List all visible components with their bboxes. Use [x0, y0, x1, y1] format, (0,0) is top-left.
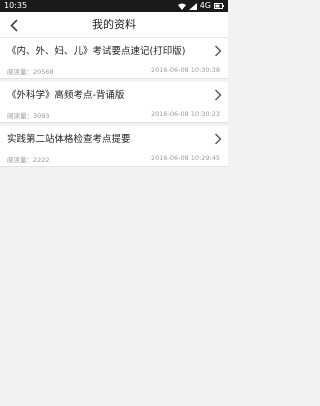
item-time: 2016-06-08 10:29:45 [150, 154, 220, 162]
chevron-right-icon [215, 133, 222, 145]
network-type: 4G [199, 1, 211, 10]
list-item[interactable]: 《外科学》高频考点-背诵版 阅读量：3093 2016-06-08 10:30:… [0, 82, 228, 123]
item-time: 2016-06-08 10:30:23 [150, 110, 220, 118]
status-time: 10:35 [4, 1, 28, 10]
list-item[interactable]: 《内、外、妇、儿》考试要点速记(打印版) 阅读量：20568 2016-06-0… [0, 38, 228, 79]
wifi-icon [177, 3, 186, 10]
status-indicators: 4G [177, 0, 224, 12]
list-item[interactable]: 实践第二站体格检查考点提要 阅读量：2222 2016-06-08 10:29:… [0, 126, 228, 167]
page-title: 我的资料 [92, 18, 136, 31]
item-time: 2016-06-08 10:30:38 [150, 66, 220, 74]
item-views: 阅读量：3093 [7, 112, 50, 120]
item-title: 《内、外、妇、儿》考试要点速记(打印版) [7, 46, 186, 57]
item-title: 实践第二站体格检查考点提要 [7, 134, 131, 145]
item-title: 《外科学》高频考点-背诵版 [7, 90, 125, 101]
item-views: 阅读量：2222 [7, 156, 50, 164]
item-views: 阅读量：20568 [7, 68, 54, 76]
document-list: 《内、外、妇、儿》考试要点速记(打印版) 阅读量：20568 2016-06-0… [0, 38, 228, 170]
signal-icon [188, 2, 197, 10]
chevron-right-icon [215, 45, 222, 57]
nav-bar: 我的资料 [0, 12, 228, 38]
chevron-right-icon [215, 89, 222, 101]
battery-icon [214, 3, 224, 9]
status-bar: 10:35 4G [0, 0, 228, 12]
